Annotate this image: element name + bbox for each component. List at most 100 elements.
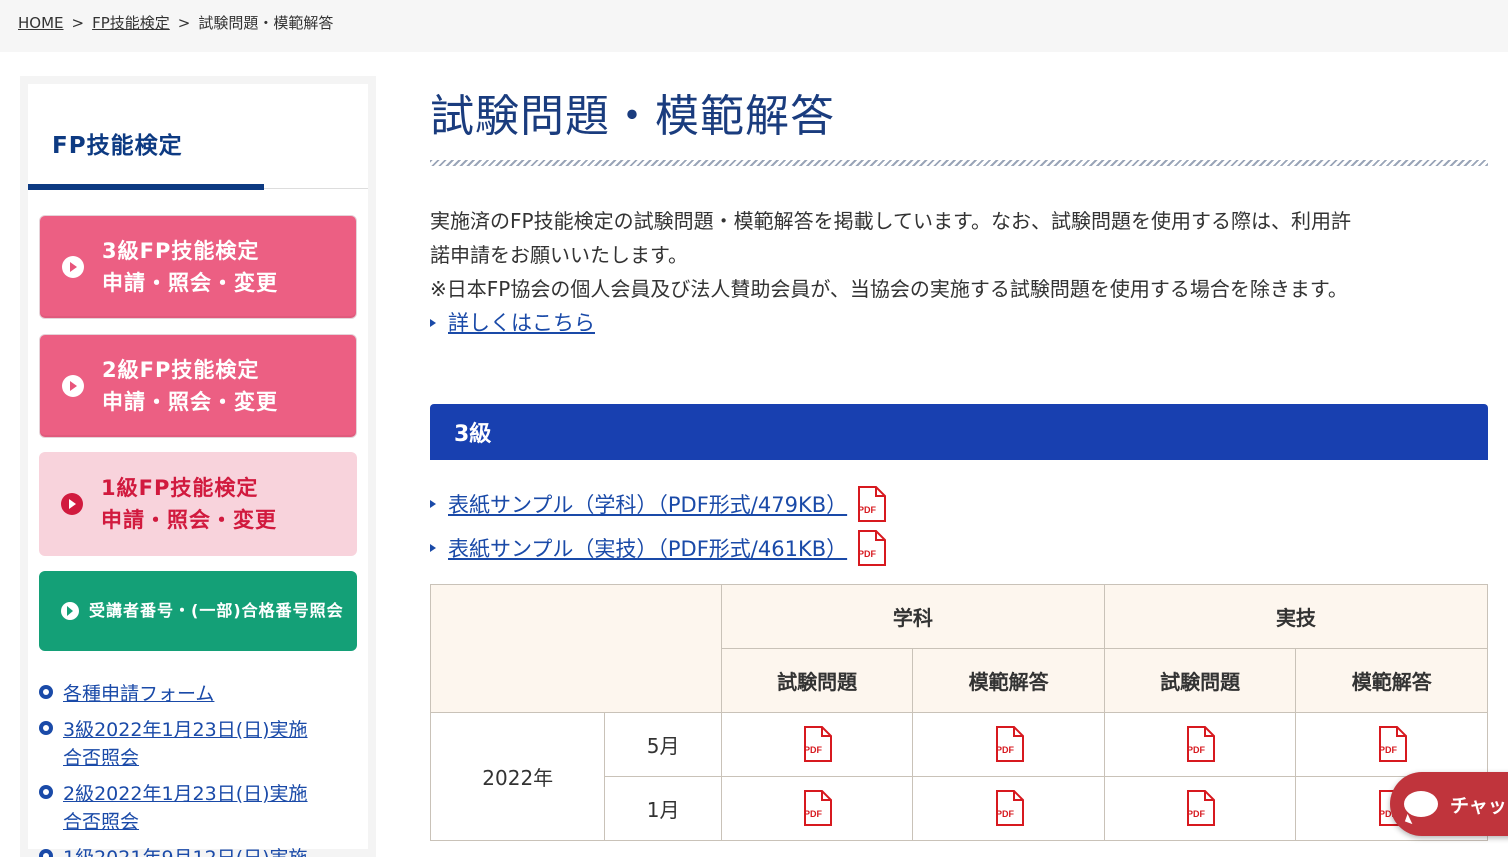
triangle-right-icon xyxy=(430,544,436,552)
header-jitsugi-answers: 模範解答 xyxy=(1295,648,1488,713)
main-content: 試験問題・模範解答 実施済のFP技能検定の試験問題・模範解答を掲載しています。な… xyxy=(429,80,1489,841)
intro-line1: 実施済のFP技能検定の試験問題・模範解答を掲載しています。なお、試験問題を使用す… xyxy=(430,209,1351,233)
grade2-apply-label: 2級FP技能検定 申請・照会・変更 xyxy=(102,354,278,418)
pdf-file-icon[interactable]: PDF xyxy=(855,530,887,566)
pdf-cell: PDF xyxy=(1295,712,1488,777)
grade3-apply-button[interactable]: 3級FP技能検定 申請・照会・変更 xyxy=(39,215,357,319)
grade1-apply-button[interactable]: 1級FP技能検定 申請・照会・変更 xyxy=(39,452,357,556)
pdf-file-icon[interactable]: PDF xyxy=(1376,726,1408,762)
exam-table: 学科 実技 試験問題 模範解答 試験問題 模範解答 2022年 5月 PDF P… xyxy=(429,584,1489,841)
pdf-cell: PDF xyxy=(912,712,1105,777)
breadcrumb: HOME > FP技能検定 > 試験問題・模範解答 xyxy=(0,0,1508,52)
triangle-right-icon xyxy=(430,500,436,508)
table-header-row: 学科 実技 xyxy=(430,584,1489,713)
sidebar-title: FP技能検定 xyxy=(52,133,183,159)
pdf-file-icon[interactable]: PDF xyxy=(801,790,833,826)
month-cell: 1月 xyxy=(604,776,722,841)
sidebar-panel: FP技能検定 3級FP技能検定 申請・照会・変更 2級FP技能検定 申請・照会・変更… xyxy=(28,84,368,857)
examinee-number-lookup-label: 受講者番号・(一部)合格番号照会 xyxy=(89,601,344,620)
pdf-file-icon[interactable]: PDF xyxy=(1184,790,1216,826)
title-divider xyxy=(430,160,1488,166)
play-circle-icon xyxy=(62,256,84,278)
header-jitsugi: 実技 xyxy=(1103,584,1489,649)
grade3-apply-line2: 申請・照会・変更 xyxy=(102,271,278,295)
triangle-right-icon xyxy=(430,319,436,327)
intro-line3: ※日本FP協会の個人会員及び法人賛助会員が、当協会の実施する試験問題を使用する場… xyxy=(430,277,1348,301)
svg-text:PDF: PDF xyxy=(1187,745,1206,755)
cover-sample-row: 表紙サンプル（学科）（PDF形式/479KB） PDF xyxy=(430,482,1488,526)
pdf-file-icon[interactable]: PDF xyxy=(1184,726,1216,762)
pdf-file-icon[interactable]: PDF xyxy=(993,790,1025,826)
breadcrumb-current: 試験問題・模範解答 xyxy=(198,14,334,32)
grade1-result-link[interactable]: 1級2021年9月12日(日)実施 xyxy=(63,844,308,857)
grade2-apply-button[interactable]: 2級FP技能検定 申請・照会・変更 xyxy=(39,334,357,438)
cover-sample-row: 表紙サンプル（実技）（PDF形式/461KB） PDF xyxy=(430,526,1488,570)
cover-sample-links: 表紙サンプル（学科）（PDF形式/479KB） PDF 表紙サンプル（実技）（P… xyxy=(430,482,1488,570)
chat-button[interactable]: チャッ xyxy=(1390,772,1508,836)
bullet-circle-icon xyxy=(39,785,53,799)
header-gakka-questions: 試験問題 xyxy=(720,648,914,713)
svg-text:PDF: PDF xyxy=(1379,745,1398,755)
table-row: 2022年 5月 PDF PDF PDF PDF xyxy=(429,712,1488,841)
chat-label: チャッ xyxy=(1450,794,1507,817)
pdf-file-icon[interactable]: PDF xyxy=(993,726,1025,762)
grade1-apply-line2: 申請・照会・変更 xyxy=(101,508,277,532)
svg-text:PDF: PDF xyxy=(858,549,877,559)
breadcrumb-fp-link[interactable]: FP技能検定 xyxy=(92,14,170,32)
bullet-circle-icon xyxy=(39,685,53,699)
table-corner-cell xyxy=(430,584,722,713)
application-forms-link[interactable]: 各種申請フォーム xyxy=(63,680,214,708)
pdf-file-icon[interactable]: PDF xyxy=(855,486,887,522)
section-header-grade3: 3級 xyxy=(430,404,1488,460)
pdf-cell: PDF xyxy=(720,712,914,777)
grade2-result-link[interactable]: 2級2022年1月23日(日)実施 合否照会 xyxy=(63,780,308,836)
grade3-apply-label: 3級FP技能検定 申請・照会・変更 xyxy=(102,235,278,299)
cover-sample-gakka-link[interactable]: 表紙サンプル（学科）（PDF形式/479KB） xyxy=(448,489,847,519)
header-gakka-answers: 模範解答 xyxy=(912,648,1105,713)
grade2-apply-line1: 2級FP技能検定 xyxy=(102,358,260,382)
grade1-apply-line1: 1級FP技能検定 xyxy=(101,476,259,500)
month-cell: 5月 xyxy=(604,712,722,777)
svg-text:PDF: PDF xyxy=(996,745,1015,755)
grade3-result-line2: 合否照会 xyxy=(63,747,140,769)
sidebar-link-item: 各種申請フォーム xyxy=(39,680,357,708)
intro-line2: 諾申請をお願いいたします。 xyxy=(430,243,688,267)
play-circle-icon xyxy=(61,602,79,620)
sidebar-link-item: 1級2021年9月12日(日)実施 xyxy=(39,844,357,857)
breadcrumb-separator: > xyxy=(177,14,191,32)
header-jitsugi-questions: 試験問題 xyxy=(1103,648,1297,713)
breadcrumb-separator: > xyxy=(71,14,85,32)
play-circle-icon xyxy=(61,493,83,515)
svg-text:PDF: PDF xyxy=(996,809,1015,819)
more-details-link[interactable]: 詳しくはこちら xyxy=(448,306,595,340)
grade3-apply-line1: 3級FP技能検定 xyxy=(102,239,260,263)
page-title: 試験問題・模範解答 xyxy=(430,91,835,142)
svg-text:PDF: PDF xyxy=(858,505,877,515)
grade3-result-line1: 3級2022年1月23日(日)実施 xyxy=(63,719,308,741)
grade2-result-line2: 合否照会 xyxy=(63,811,140,833)
breadcrumb-home-link[interactable]: HOME xyxy=(18,14,64,32)
sidebar-title-underline xyxy=(28,184,264,190)
header-gakka: 学科 xyxy=(720,584,1105,649)
year-cell: 2022年 xyxy=(429,712,606,841)
bullet-circle-icon xyxy=(39,849,53,857)
svg-text:PDF: PDF xyxy=(804,809,823,819)
pdf-cell: PDF xyxy=(720,776,914,841)
cover-sample-jitsugi-link[interactable]: 表紙サンプル（実技）（PDF形式/461KB） xyxy=(448,533,847,563)
grade2-apply-line2: 申請・照会・変更 xyxy=(102,390,278,414)
pdf-file-icon[interactable]: PDF xyxy=(801,726,833,762)
sidebar-links: 各種申請フォーム 3級2022年1月23日(日)実施 合否照会 2級2022年1月… xyxy=(39,680,357,857)
examinee-number-lookup-button[interactable]: 受講者番号・(一部)合格番号照会 xyxy=(39,571,357,651)
pdf-cell: PDF xyxy=(1103,712,1297,777)
more-link-row: 詳しくはこちら xyxy=(430,306,1488,340)
pdf-cell: PDF xyxy=(1103,776,1297,841)
sidebar-link-item: 2級2022年1月23日(日)実施 合否照会 xyxy=(39,780,357,836)
svg-text:PDF: PDF xyxy=(1187,809,1206,819)
intro-text: 実施済のFP技能検定の試験問題・模範解答を掲載しています。なお、試験問題を使用す… xyxy=(430,204,1488,306)
sidebar-title-divider xyxy=(264,188,368,189)
grade1-apply-label: 1級FP技能検定 申請・照会・変更 xyxy=(101,472,277,536)
pdf-cell: PDF xyxy=(912,776,1105,841)
chat-bubble-icon xyxy=(1404,791,1438,817)
grade3-result-link[interactable]: 3級2022年1月23日(日)実施 合否照会 xyxy=(63,716,308,772)
svg-text:PDF: PDF xyxy=(804,745,823,755)
